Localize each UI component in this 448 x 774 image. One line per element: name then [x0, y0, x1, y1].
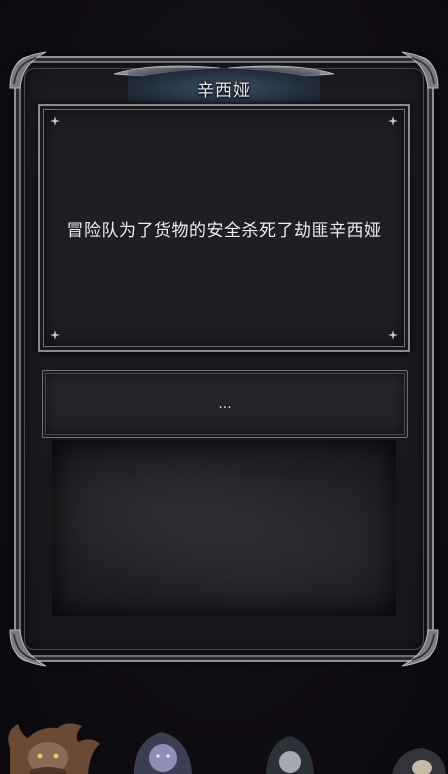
dialog-message: 冒险队为了货物的安全杀死了劫匪辛西娅 [66, 220, 382, 241]
corner-ornament-icon [9, 629, 47, 667]
choice-label: ... [218, 396, 232, 412]
corner-ornament-icon [401, 51, 439, 89]
horned-beast-portrait-icon [8, 723, 101, 774]
message-panel: 冒险队为了货物的安全杀死了劫匪辛西娅 [38, 104, 410, 352]
sparkle-icon [50, 330, 60, 340]
dialog-title: 辛西娅 [197, 80, 251, 101]
background-texture-panel [52, 440, 396, 616]
title-banner: 辛西娅 [128, 68, 320, 108]
sparkle-icon [388, 330, 398, 340]
corner-ornament-icon [401, 629, 439, 667]
sparkle-icon [388, 116, 398, 126]
corner-ornament-icon [9, 51, 47, 89]
hooded-rogue-portrait-icon [266, 736, 314, 774]
hooded-elf-portrait-icon [134, 732, 192, 774]
hooded-figure-portrait-icon [392, 748, 446, 774]
continue-choice-button[interactable]: ... [42, 370, 408, 438]
sparkle-icon [50, 116, 60, 126]
game-stage: 辛西娅 冒险队为了货物的安全杀死了劫匪辛西娅 ... [0, 0, 448, 774]
